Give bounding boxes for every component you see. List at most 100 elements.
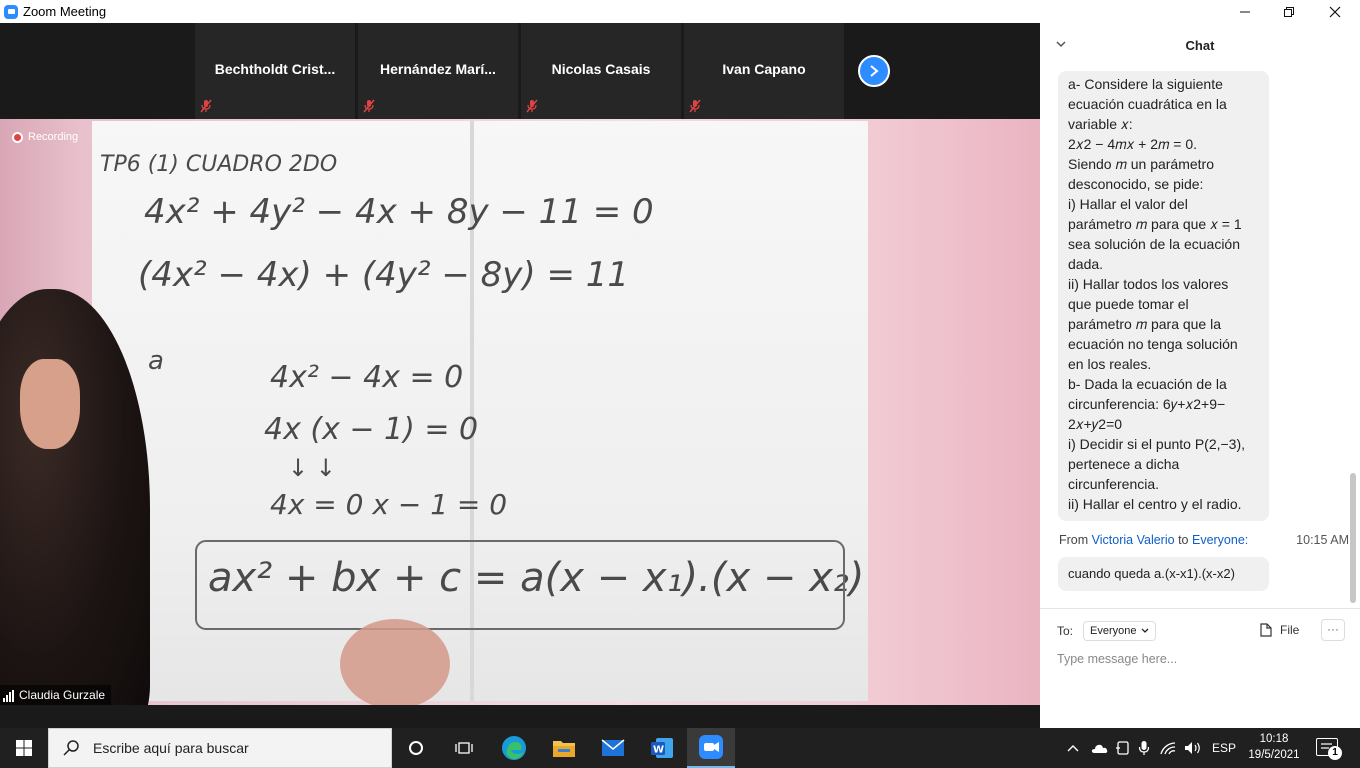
chat-message-line: i) Decidir si el punto P(2,−3), — [1068, 436, 1246, 452]
board-line: 4x² + 4y² − 4x + 8y − 11 = 0 — [144, 192, 654, 232]
device-icon[interactable] — [1116, 740, 1130, 756]
chat-message: cuando queda a.(x-x1).(x-x2) — [1058, 557, 1269, 591]
system-tray: ESP — [1066, 728, 1236, 768]
participant-name: Hernández Marí... — [380, 61, 496, 77]
onedrive-icon[interactable] — [1090, 742, 1108, 754]
language-indicator[interactable]: ESP — [1212, 741, 1236, 755]
chat-divider — [1040, 608, 1360, 609]
minimize-icon — [1240, 11, 1250, 12]
participant-name: Nicolas Casais — [551, 61, 651, 77]
clock-time: 10:18 — [1259, 733, 1289, 745]
speaker-name-badge: Claudia Gurzale — [0, 685, 112, 705]
start-button[interactable] — [0, 728, 48, 768]
chat-panel: Chat a- Considere la siguiente ecuación c… — [1040, 23, 1360, 728]
search-icon — [63, 740, 79, 756]
clock-date: 19/5/2021 — [1248, 749, 1300, 761]
chat-message-line: 2𝑥+𝑦2=0 — [1068, 416, 1123, 432]
chat-message-line: circunferencia. — [1068, 476, 1160, 492]
message-input[interactable] — [1057, 649, 1347, 669]
chat-header: Chat — [1040, 23, 1360, 67]
taskbar-clock[interactable]: 10:18 19/5/2021 — [1242, 731, 1306, 763]
mail-icon — [601, 739, 625, 756]
chevron-right-icon — [870, 65, 879, 77]
recipient-dropdown[interactable]: Everyone — [1083, 621, 1156, 641]
participant-name: Ivan Capano — [722, 61, 806, 77]
window-titlebar: Zoom Meeting — [0, 0, 1360, 23]
chat-scrollbar[interactable] — [1350, 71, 1356, 611]
minimize-button[interactable] — [1222, 0, 1268, 23]
file-button[interactable]: File — [1260, 623, 1299, 637]
file-label: File — [1280, 623, 1300, 637]
zoom-icon — [699, 735, 723, 759]
close-button[interactable] — [1312, 0, 1358, 23]
maximize-button[interactable] — [1266, 0, 1312, 23]
participant-tile[interactable]: Bechtholdt Crist... — [195, 23, 355, 119]
wifi-icon[interactable] — [1160, 741, 1176, 755]
to-label: To: — [1057, 624, 1074, 638]
active-speaker-video: TP6 (1) CUADRO 2DO 4x² + 4y² − 4x + 8y −… — [0, 119, 1040, 705]
taskbar-zoom[interactable] — [687, 728, 735, 768]
task-view-button[interactable] — [440, 728, 488, 768]
close-icon — [1329, 6, 1341, 17]
cortana-icon — [409, 741, 423, 755]
participant-name: Bechtholdt Crist... — [214, 61, 336, 77]
speaker-name: Claudia Gurzale — [19, 688, 106, 702]
board-line: ↓ ↓ — [288, 454, 336, 482]
recipient-row: To: Everyone — [1057, 619, 1357, 643]
board-line: TP6 (1) CUADRO 2DO — [100, 152, 337, 177]
whiteboard: TP6 (1) CUADRO 2DO 4x² + 4y² − 4x + 8y −… — [92, 121, 868, 701]
chat-message-line: ii) Hallar el centro y el radio. — [1068, 496, 1242, 512]
muted-mic-icon — [526, 99, 538, 113]
recording-indicator: Recording — [12, 131, 78, 143]
muted-mic-icon — [689, 99, 701, 113]
taskbar-edge[interactable] — [490, 728, 538, 768]
message-time: 10:15 AM — [1296, 533, 1349, 547]
taskbar-search[interactable]: Escribe aquí para buscar — [48, 728, 392, 768]
chat-message-line: circunferencia: 6𝑦+𝑥2+9− — [1068, 396, 1226, 412]
file-icon — [1260, 623, 1272, 637]
board-line: 4x² − 4x = 0 — [270, 360, 463, 395]
taskbar-word[interactable]: W — [638, 728, 686, 768]
chat-message-line: ecuación cuadrática en la — [1068, 96, 1227, 112]
taskbar-file-explorer[interactable] — [540, 728, 588, 768]
chat-message-line: ii) Hallar todos los valores — [1068, 276, 1229, 292]
participant-tile[interactable]: Hernández Marí... — [358, 23, 518, 119]
participant-tile[interactable]: Ivan Capano — [684, 23, 844, 119]
chat-message-line: pertenece a dicha — [1068, 456, 1180, 472]
search-placeholder: Escribe aquí para buscar — [93, 740, 249, 756]
word-icon: W — [651, 738, 673, 758]
recipient-value: Everyone — [1090, 625, 1137, 637]
chat-message-line: b- Dada la ecuación de la — [1068, 376, 1227, 392]
signal-strength-icon — [3, 690, 14, 702]
participant-tile[interactable]: Nicolas Casais — [521, 23, 681, 119]
whiteboard-writing: TP6 (1) CUADRO 2DO 4x² + 4y² − 4x + 8y −… — [100, 152, 864, 630]
chat-message-line: dada. — [1068, 256, 1104, 272]
chevron-up-icon[interactable] — [1066, 743, 1080, 753]
recording-label: Recording — [28, 131, 79, 143]
more-options-button[interactable]: ··· — [1321, 619, 1345, 641]
microphone-icon[interactable] — [1138, 740, 1150, 756]
chat-message: a- Considere la siguiente ecuación cuadrá… — [1058, 71, 1269, 521]
chat-message-line: variable 𝑥: — [1068, 116, 1133, 132]
muted-mic-icon — [363, 99, 375, 113]
taskbar-mail[interactable] — [589, 728, 637, 768]
chat-title: Chat — [1185, 38, 1215, 53]
scrollbar-thumb[interactable] — [1350, 473, 1356, 603]
recording-dot-icon — [12, 131, 23, 143]
recipient-name[interactable]: Everyone: — [1192, 533, 1248, 547]
presenter-hand — [340, 619, 450, 705]
from-label: From — [1059, 533, 1089, 547]
task-view-icon — [455, 742, 473, 754]
chat-message-line: sea solución de la ecuación — [1068, 236, 1241, 252]
notification-center-button[interactable]: 1 — [1316, 738, 1342, 760]
cortana-button[interactable] — [392, 728, 440, 768]
board-line: a — [148, 346, 164, 376]
sender-name[interactable]: Victoria Valerio — [1092, 533, 1175, 547]
svg-text:W: W — [653, 745, 664, 756]
chat-message-line: desconocido, se pide: — [1068, 176, 1204, 192]
volume-icon[interactable] — [1184, 741, 1202, 755]
next-participants-button[interactable] — [858, 55, 890, 87]
window-title: Zoom Meeting — [23, 4, 107, 19]
board-line: 4x = 0 x − 1 = 0 — [270, 488, 507, 521]
muted-mic-icon — [200, 99, 212, 113]
